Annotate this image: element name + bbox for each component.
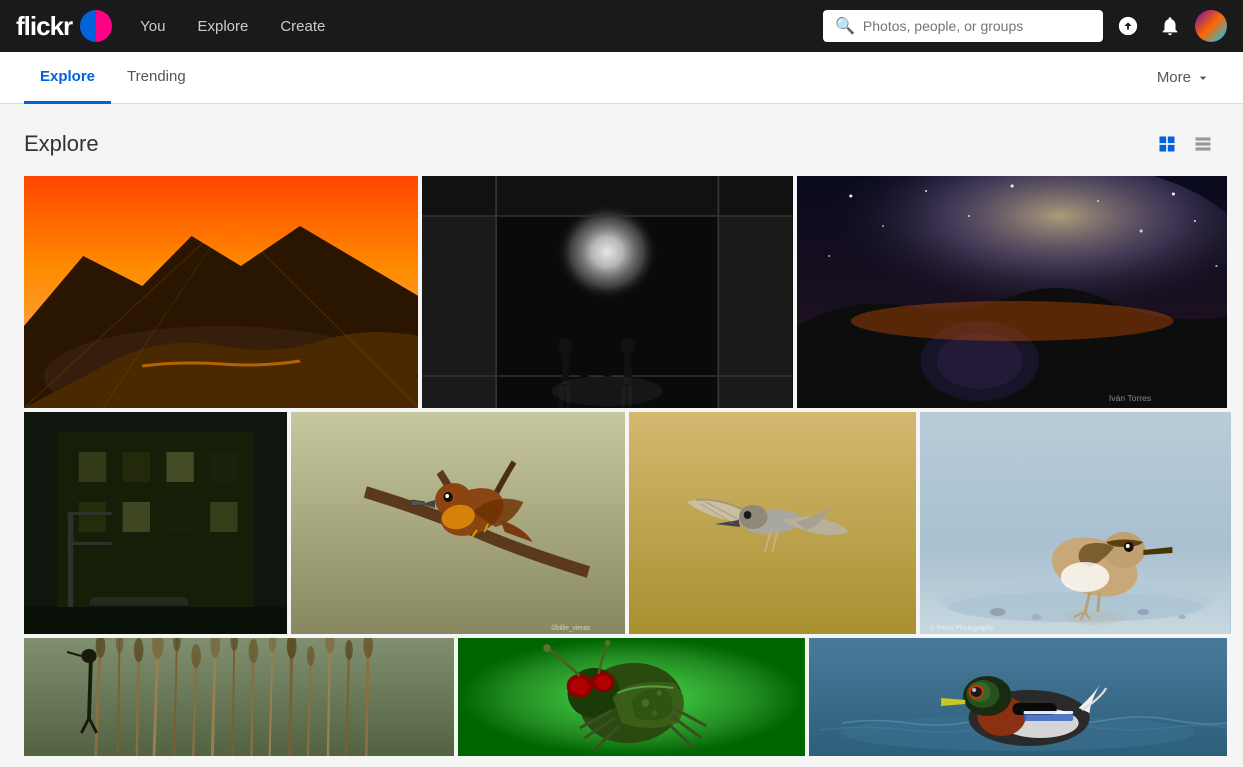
tab-explore[interactable]: Explore bbox=[24, 52, 111, 104]
bird-branch-svg: ©billie_vieras bbox=[291, 412, 626, 634]
photo-reeds-mist[interactable] bbox=[24, 638, 454, 756]
grid-icon bbox=[1157, 134, 1177, 154]
nav-explore[interactable]: Explore bbox=[185, 12, 260, 41]
duck-svg bbox=[809, 638, 1227, 756]
sandpiper-svg: © Pavlo Photography bbox=[920, 412, 1231, 634]
tunnel-svg bbox=[422, 176, 792, 408]
list-view-button[interactable] bbox=[1187, 128, 1219, 160]
photo-bird-branch[interactable]: ©billie_vieras bbox=[291, 412, 626, 634]
more-button[interactable]: More bbox=[1149, 63, 1219, 92]
nav-create[interactable]: Create bbox=[268, 12, 337, 41]
view-toggle bbox=[1151, 128, 1219, 160]
bird-flying-svg bbox=[629, 412, 916, 634]
navbar: flickr You Explore Create 🔍 bbox=[0, 0, 1243, 52]
photo-row-3 bbox=[24, 638, 1219, 756]
flickr-logo-text: flickr bbox=[16, 11, 72, 42]
notifications-button[interactable] bbox=[1153, 9, 1187, 43]
content-header: Explore bbox=[24, 128, 1219, 160]
more-label: More bbox=[1157, 69, 1191, 86]
tab-trending[interactable]: Trending bbox=[111, 52, 202, 104]
search-icon: 🔍 bbox=[835, 16, 855, 36]
photo-duck-water[interactable] bbox=[809, 638, 1227, 756]
photo-row-2: ©billie_vieras bbox=[24, 412, 1219, 634]
beetle-svg bbox=[458, 638, 805, 756]
nav-you[interactable]: You bbox=[128, 12, 177, 41]
photo-sandpiper[interactable]: © Pavlo Photography bbox=[920, 412, 1231, 634]
chevron-down-icon bbox=[1195, 70, 1211, 86]
photo-urban-building[interactable] bbox=[24, 412, 287, 634]
flickr-icon bbox=[80, 10, 112, 42]
urban-svg bbox=[24, 412, 287, 634]
milkyway-svg: Iván Torres bbox=[797, 176, 1227, 408]
list-icon bbox=[1193, 134, 1213, 154]
page-title: Explore bbox=[24, 131, 1151, 157]
svg-text:© Pavlo Photography: © Pavlo Photography bbox=[930, 624, 995, 632]
photo-bird-flying[interactable] bbox=[629, 412, 916, 634]
photo-milky-way[interactable]: Iván Torres bbox=[797, 176, 1227, 408]
bell-icon bbox=[1159, 15, 1181, 37]
search-input[interactable] bbox=[863, 18, 1091, 34]
logo[interactable]: flickr bbox=[16, 10, 112, 42]
photo-mountain-sunset[interactable] bbox=[24, 176, 418, 408]
svg-text:©billie_vieras: ©billie_vieras bbox=[551, 624, 590, 632]
upload-icon bbox=[1117, 15, 1139, 37]
mountain-svg bbox=[24, 176, 418, 408]
subnav: Explore Trending More bbox=[0, 52, 1243, 104]
grid-view-button[interactable] bbox=[1151, 128, 1183, 160]
svg-text:Iván Torres: Iván Torres bbox=[1109, 393, 1151, 403]
upload-button[interactable] bbox=[1111, 9, 1145, 43]
photo-row-1: Iván Torres bbox=[24, 176, 1219, 408]
search-bar[interactable]: 🔍 bbox=[823, 10, 1103, 42]
main-content: Explore bbox=[0, 104, 1243, 756]
user-avatar[interactable] bbox=[1195, 10, 1227, 42]
photo-beetle-closeup[interactable] bbox=[458, 638, 805, 756]
reeds-svg bbox=[24, 638, 454, 756]
photo-silhouettes-tunnel[interactable] bbox=[422, 176, 792, 408]
